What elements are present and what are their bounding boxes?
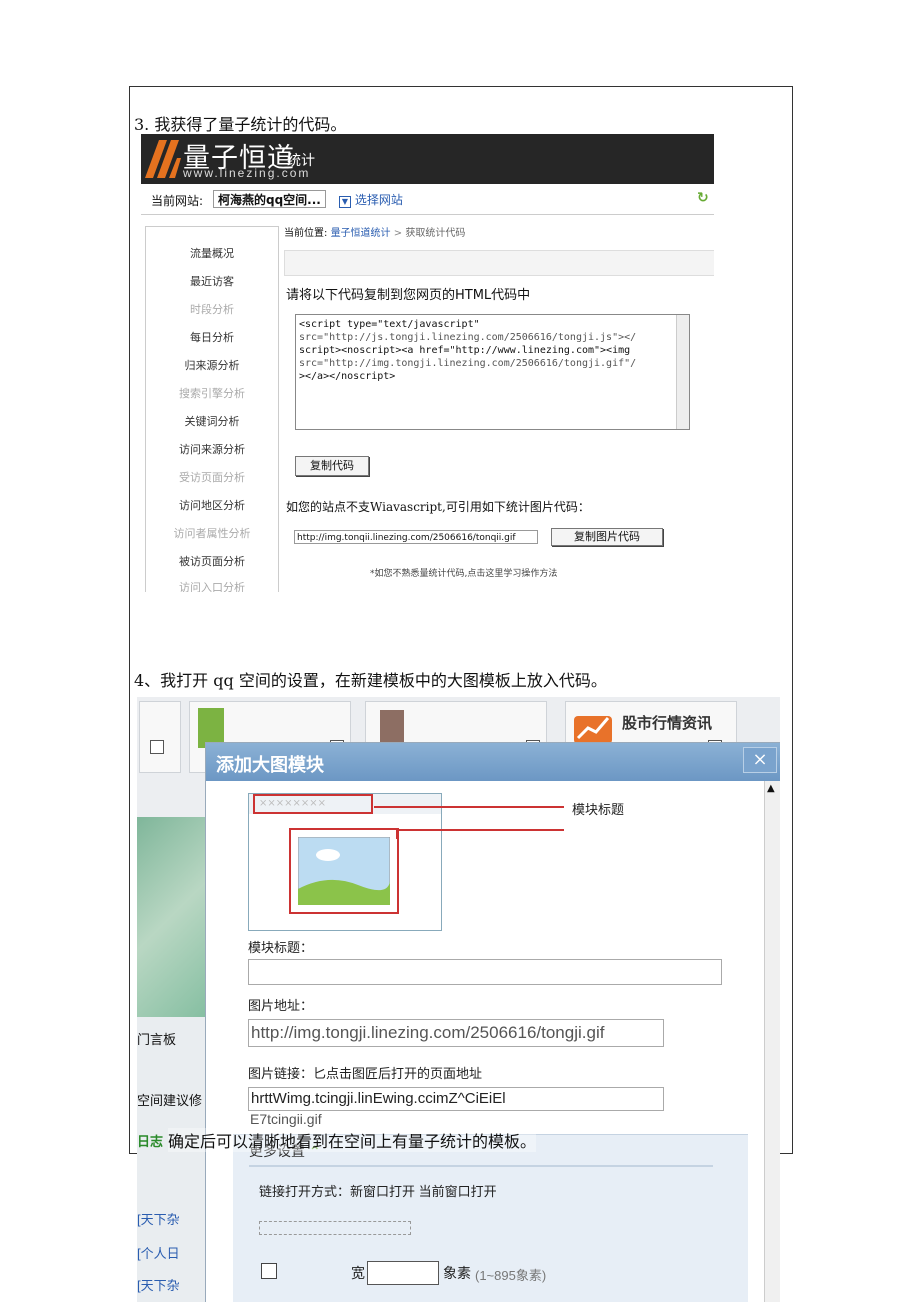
dropdown-icon: ▼ — [339, 196, 351, 208]
qq-space-screenshot: 股市行情资讯 门言板 空间建议修 日志 [天下杂 [个人日 [天下杂 添加大图模… — [137, 697, 780, 1302]
close-icon[interactable]: × — [743, 747, 777, 773]
sidebar-item[interactable]: 时段分析 — [146, 301, 278, 317]
site-select[interactable]: 柯海燕的qq空间... — [213, 190, 326, 208]
scroll-up-icon[interactable]: ▲ — [767, 783, 775, 794]
help-link[interactable]: *如您不熟悉量统计代码,点击这里学习操作方法 — [370, 566, 557, 579]
image-url-field[interactable]: http://img.tonqii.linezing.com/2506616/t… — [294, 530, 538, 544]
template-tile[interactable] — [139, 701, 181, 773]
left-item[interactable]: 日志 — [137, 1131, 163, 1150]
left-item[interactable]: 空间建议修 — [137, 1090, 202, 1109]
width-range: (1~895象素) — [475, 1268, 547, 1283]
breadcrumb-link[interactable]: 量子恒道统计 — [331, 228, 391, 239]
template-label: 股市行情资讯 — [622, 715, 713, 732]
site-bar: 当前网站: 柯海燕的qq空间... ▼ 选择网站 ↻ — [141, 184, 714, 215]
sidebar-item[interactable]: 访问入口分析 — [146, 579, 278, 592]
logo-url: www.linezing.com — [183, 166, 311, 180]
dialog-header: 添加大图模块 × — [206, 743, 780, 781]
landscape-image-icon — [298, 837, 390, 905]
choose-site-link[interactable]: ▼ 选择网站 — [339, 191, 403, 208]
left-item[interactable]: [个人日 — [137, 1243, 180, 1262]
sidebar-item[interactable]: 最近访客 — [146, 273, 278, 289]
callout-line — [396, 829, 398, 839]
breadcrumb: 当前位置: 量子恒道统计 > 获取统计代码 — [284, 228, 466, 239]
preview-image-highlight — [289, 828, 399, 914]
dialog-title: 添加大图模块 — [216, 755, 324, 776]
image-link-label: 图片链接：匕点击图匠后打开的页面地址 — [248, 1067, 483, 1082]
step-4-text: 4、我打开 qq 空间的设置，在新建模板中的大图模板上放入代码。 — [134, 671, 607, 690]
width-unit: 象素 — [443, 1265, 471, 1281]
width-label: 宽 — [351, 1265, 365, 1281]
dialog-scrollbar[interactable]: ▲ — [764, 781, 780, 1302]
step-5-text: 确定后可以清晰地看到在空间上有量子统计的模板。 — [168, 1128, 537, 1152]
template-thumbnail-icon — [380, 710, 404, 744]
link-mode-row[interactable]: 链接打开方式：新窗口打开 当前窗口打开 — [259, 1181, 497, 1200]
sidebar-item[interactable]: 搜索引擎分析 — [146, 385, 278, 401]
no-js-text: 如您的站点不支Wiavascript,可引用如下统计图片代码： — [286, 500, 590, 514]
image-url-input[interactable]: http://img.tongji.linezing.com/2506616/t… — [248, 1019, 664, 1047]
more-settings-panel: 更多设置 ⌃ 链接打开方式：新窗口打开 当前窗口打开 宽 象素 (1~895象素… — [233, 1134, 748, 1302]
divider — [249, 1165, 713, 1167]
option-row — [259, 1221, 411, 1235]
breadcrumb-current: 当前位置: — [284, 228, 328, 239]
callout-line — [374, 806, 564, 808]
sidebar-item[interactable]: 访问地区分析 — [146, 497, 278, 513]
left-item[interactable]: [天下杂 — [137, 1209, 180, 1228]
sidebar-item[interactable]: 访问者属性分析 — [146, 525, 278, 541]
sidebar-item[interactable]: 关键词分析 — [146, 413, 278, 429]
template-checkbox[interactable] — [150, 740, 164, 754]
linezing-banner: 量子恒道 统计 www.linezing.com — [141, 134, 714, 184]
code-line: src="http://js.tongji.linezing.com/25066… — [299, 332, 637, 343]
module-preview: ×××××××× — [248, 793, 442, 931]
left-item[interactable]: [天下杂 — [137, 1275, 180, 1294]
image-link-input[interactable]: hrttWimg.tcingji.linEwing.ccimZ^CiEiEl — [248, 1087, 664, 1111]
section-header — [284, 250, 714, 276]
width-input[interactable] — [367, 1261, 439, 1285]
linezing-logo-icon — [145, 140, 181, 178]
callout-module-title: 模块标题 — [572, 803, 625, 818]
left-item[interactable]: 门言板 — [137, 1029, 176, 1048]
sidebar-item[interactable]: 访问来源分析 — [146, 441, 278, 457]
refresh-icon[interactable]: ↻ — [697, 190, 709, 206]
textarea-scrollbar[interactable] — [676, 315, 689, 429]
copy-image-code-button[interactable]: 复制图片代码 — [551, 528, 663, 546]
code-line: ></a></noscript> — [299, 371, 396, 382]
stock-chart-icon — [574, 716, 612, 744]
step-3-text: 3. 我获得了量子统计的代码。 — [134, 115, 347, 134]
image-url-label: 图片地址： — [248, 999, 314, 1014]
code-line: script><noscript><a href="http://www.lin… — [299, 345, 631, 356]
code-line: <script type="text/javascript" — [299, 319, 480, 330]
code-textarea[interactable]: <script type="text/javascript" src="http… — [295, 314, 690, 430]
sidebar-item[interactable]: 每日分析 — [146, 329, 278, 345]
sidebar-item[interactable]: 受访页面分析 — [146, 469, 278, 485]
instruction-text: 请将以下代码复制到您网页的HTML代码中 — [286, 288, 531, 303]
sidebar-item[interactable]: 流量概况 — [146, 245, 278, 261]
breadcrumb-page: 获取统计代码 — [405, 228, 466, 239]
sidebar-item[interactable]: 被访页面分析 — [146, 553, 278, 569]
code-line: src="http://img.tongji.linezing.com/2506… — [299, 358, 637, 369]
width-checkbox[interactable] — [261, 1263, 277, 1279]
sidebar-item[interactable]: 归来源分析 — [146, 357, 278, 373]
preview-title-highlight: ×××××××× — [253, 794, 373, 814]
background-image — [137, 817, 205, 1017]
sidebar-menu: 流量概况 最近访客 时段分析 每日分析 归来源分析 搜索引擎分析 关键词分析 访… — [145, 226, 279, 592]
choose-site-label: 选择网站 — [354, 193, 403, 207]
image-link-overflow: E7tcingii.gif — [250, 1111, 322, 1127]
title-label: 模块标题： — [248, 941, 314, 956]
copy-code-button[interactable]: 复制代码 — [295, 456, 369, 476]
title-input[interactable] — [248, 959, 722, 985]
callout-line — [398, 829, 564, 831]
site-label: 当前网站: — [151, 194, 204, 208]
code-panel: 当前位置: 量子恒道统计 > 获取统计代码 请将以下代码复制到您网页的HTML代… — [284, 222, 714, 592]
linezing-screenshot: 量子恒道 统计 www.linezing.com 当前网站: 柯海燕的qq空间.… — [141, 134, 714, 592]
